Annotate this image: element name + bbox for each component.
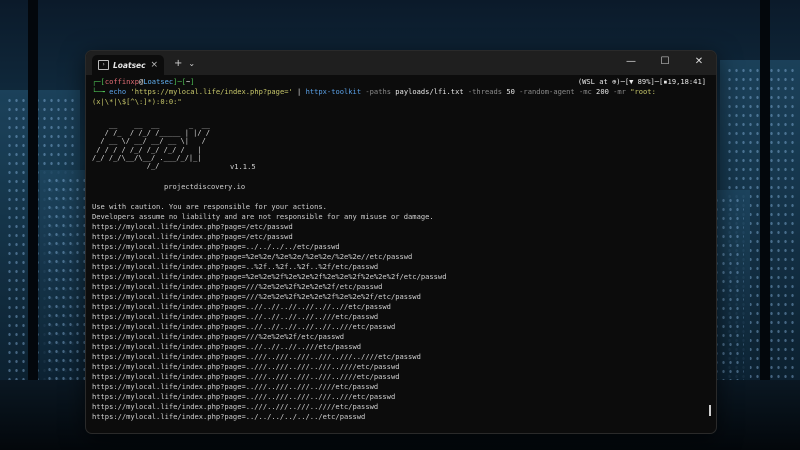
result-line: https://mylocal.life/index.php?page=///%…	[92, 282, 383, 292]
version-label: v1.1.5	[230, 162, 256, 172]
result-line: https://mylocal.life/index.php?page=%2e%…	[92, 252, 413, 262]
result-line: https://mylocal.life/index.php?page=/etc…	[92, 222, 293, 232]
prompt-host: Loatsec	[143, 77, 174, 86]
result-line: https://mylocal.life/index.php?page=..//…	[92, 322, 396, 332]
results-list: https://mylocal.life/index.php?page=/etc…	[92, 222, 710, 422]
new-tab-button[interactable]: +	[174, 58, 182, 69]
result-line: https://mylocal.life/index.php?page=..//…	[92, 392, 396, 402]
warning-line: Use with caution. You are responsible fo…	[92, 202, 327, 212]
command-line-continued: (x|\*|\$[^\:]*):0:0:"	[92, 97, 182, 106]
result-line: https://mylocal.life/index.php?page=/etc…	[92, 232, 293, 242]
result-line: https://mylocal.life/index.php?page=..%2…	[92, 262, 379, 272]
title-bar: › Loatsec × + ⌄ — ☐ ✕	[86, 51, 716, 75]
result-line: https://mylocal.life/index.php?page=%2e%…	[92, 272, 447, 282]
terminal-icon: ›	[98, 60, 109, 70]
command-line: └─╼ echo 'https://mylocal.life/index.php…	[92, 87, 656, 96]
result-line: https://mylocal.life/index.php?page=..//…	[92, 352, 421, 362]
maximize-button[interactable]: ☐	[648, 51, 682, 75]
result-line: https://mylocal.life/index.php?page=..//…	[92, 312, 379, 322]
tab-loatsec[interactable]: › Loatsec ×	[92, 55, 164, 75]
prompt-right-status: (WSL at ⊕)─[▼ 89%]─[▪19,18:41]	[577, 77, 706, 86]
terminal-output[interactable]: ┌─[coffinxp@Loatsec]─[~] (WSL at ⊕)─[▼ 8…	[86, 75, 716, 424]
close-window-button[interactable]: ✕	[682, 51, 716, 75]
result-line: https://mylocal.life/index.php?page=..//…	[92, 382, 379, 392]
result-line: https://mylocal.life/index.php?page=..//…	[92, 302, 391, 312]
result-line: https://mylocal.life/index.php?page=../.…	[92, 412, 366, 422]
warning-line: Developers assume no liability and are n…	[92, 212, 434, 222]
result-line: https://mylocal.life/index.php?page=..//…	[92, 342, 362, 352]
tab-dropdown-icon[interactable]: ⌄	[188, 59, 195, 68]
cursor	[709, 405, 711, 417]
result-line: https://mylocal.life/index.php?page=///%…	[92, 292, 421, 302]
close-tab-icon[interactable]: ×	[150, 60, 158, 70]
result-line: https://mylocal.life/index.php?page=../.…	[92, 242, 340, 252]
site-label: projectdiscovery.io	[164, 182, 246, 192]
result-line: https://mylocal.life/index.php?page=///%…	[92, 332, 344, 342]
tab-title: Loatsec	[113, 60, 146, 70]
terminal-window: › Loatsec × + ⌄ — ☐ ✕ ┌─[coffinxp@Loatse…	[85, 50, 717, 434]
minimize-button[interactable]: —	[614, 51, 648, 75]
result-line: https://mylocal.life/index.php?page=..//…	[92, 372, 400, 382]
result-line: https://mylocal.life/index.php?page=..//…	[92, 362, 400, 372]
result-line: https://mylocal.life/index.php?page=..//…	[92, 402, 379, 412]
prompt-user: coffinxp	[104, 77, 139, 86]
